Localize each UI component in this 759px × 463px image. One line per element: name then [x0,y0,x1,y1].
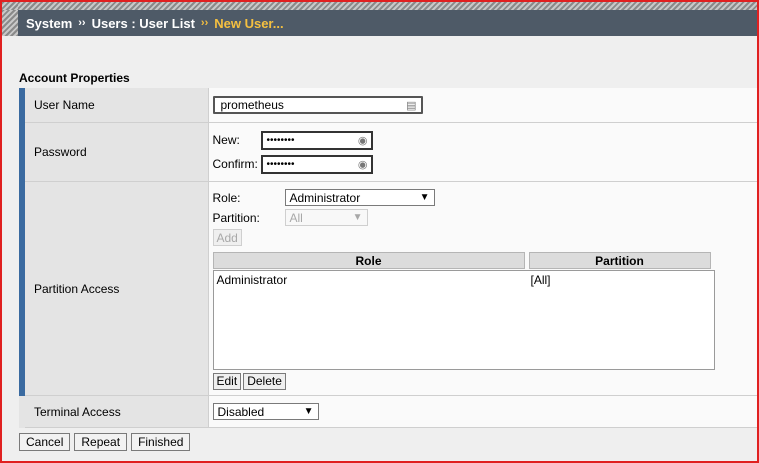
chevron-down-icon: ▼ [303,406,314,417]
cancel-button[interactable]: Cancel [19,433,71,451]
user-name-label: User Name [19,88,209,123]
terminal-access-select[interactable]: Disabled ▼ [212,403,319,420]
new-password-label: New: [212,133,240,147]
row-user-name: User Name prometheus ▤ [19,88,757,123]
role-label: Role: [212,190,241,205]
confirm-password-input[interactable]: •••••••• ◉ [260,154,373,174]
new-password-value: •••••••• [266,134,295,146]
partition-label: Partition: [212,210,260,225]
footer-buttons: Cancel Repeat Finished [19,433,191,451]
finished-button[interactable]: Finished [131,433,191,451]
partition-select-value: All [289,210,303,225]
section-title: Account Properties [19,71,130,85]
add-button[interactable]: Add [212,229,242,246]
header-stripe [2,2,18,10]
breadcrumb-item-new-user: New User... [214,15,284,31]
list-item-role[interactable]: Administrator [217,273,288,287]
autofill-icon: ▤ [406,99,417,112]
chevron-down-icon: ▼ [352,212,363,223]
user-name-input[interactable]: prometheus ▤ [212,96,423,114]
password-manager-icon: ◉ [357,158,368,171]
confirm-password-value: •••••••• [266,158,295,170]
access-grid-header: Role Partition [212,251,758,269]
access-list[interactable]: Administrator [All] [212,269,715,370]
role-select-value: Administrator [289,190,361,205]
column-header-partition[interactable]: Partition [528,251,711,269]
new-password-input[interactable]: •••••••• ◉ [260,130,373,150]
role-select[interactable]: Administrator ▼ [284,189,435,206]
chevron-down-icon: ▼ [419,192,430,203]
breadcrumb-item-user-list[interactable]: Users : User List [92,16,195,31]
terminal-access-label: Terminal Access [19,395,209,428]
edit-button[interactable]: Edit [212,372,242,390]
password-manager-icon: ◉ [357,134,368,147]
partition-access-label: Partition Access [19,181,209,396]
column-header-role[interactable]: Role [212,251,525,269]
header-stripe [18,2,757,10]
breadcrumb-separator: ›› [200,17,209,29]
terminal-access-value: Disabled [217,404,265,419]
list-item-partition[interactable]: [All] [531,273,551,287]
row-partition-access: Partition Access Role: Administrator ▼ P… [19,181,758,396]
password-label: Password [19,122,209,182]
repeat-button[interactable]: Repeat [74,433,128,451]
delete-button[interactable]: Delete [243,372,286,390]
row-terminal-access: Terminal Access Disabled ▼ [19,395,757,428]
partition-select[interactable]: All ▼ [284,209,368,226]
breadcrumb: System ›› Users : User List ›› New User.… [18,10,757,36]
user-name-value: prometheus [220,98,284,112]
breadcrumb-separator: ›› [78,17,86,29]
account-properties-table: User Name prometheus ▤ Password New: •••… [19,88,758,428]
row-password: Password New: •••••••• ◉ Confirm: ••••••… [19,122,757,182]
header-stripe [2,10,18,36]
breadcrumb-item-system[interactable]: System [26,16,72,31]
window-frame: System ›› Users : User List ›› New User.… [0,0,759,463]
confirm-password-label: Confirm: [212,157,258,171]
